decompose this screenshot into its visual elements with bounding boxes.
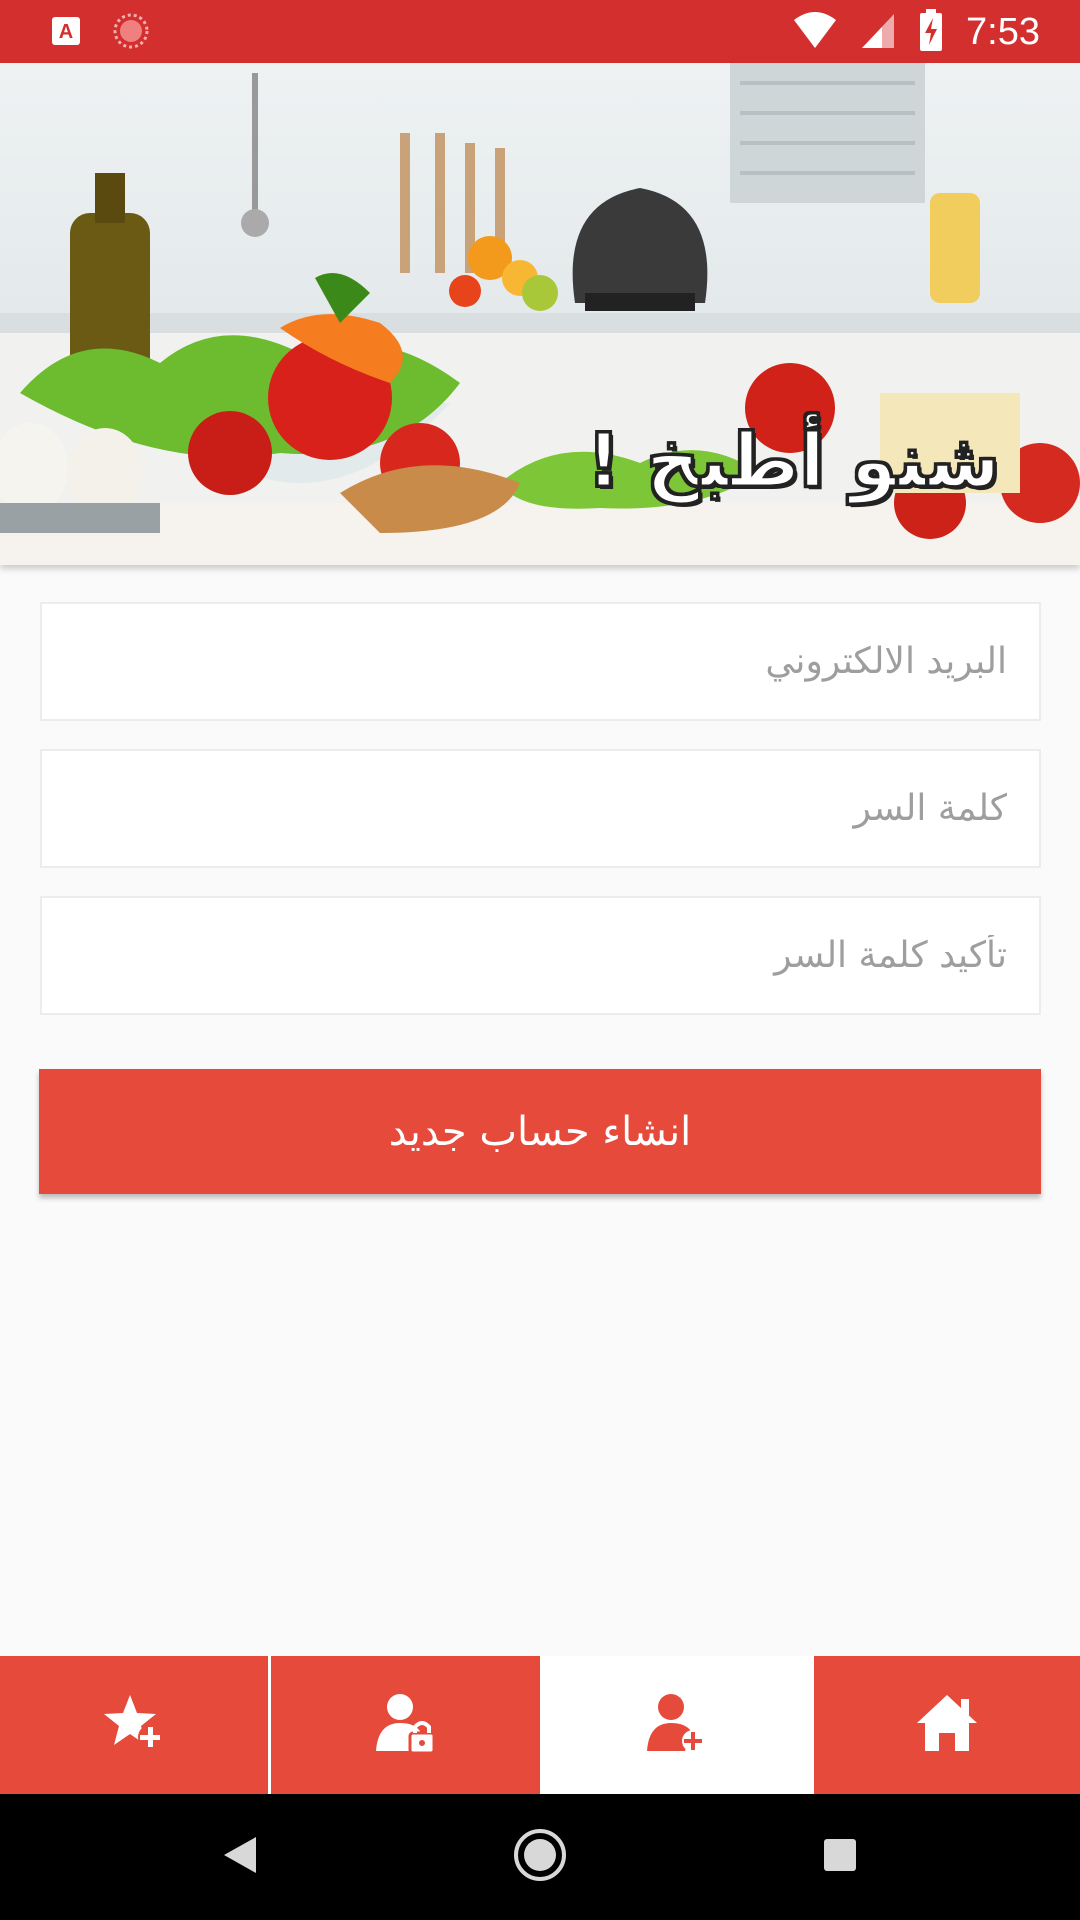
app-logo-title: شنو أطبخ ! — [585, 417, 1000, 506]
user-add-icon — [645, 1691, 709, 1759]
status-bar: A 7:53 — [0, 0, 1080, 63]
bottom-nav — [0, 1656, 1080, 1794]
header-banner: شنو أطبخ ! — [0, 63, 1080, 565]
password-input[interactable] — [42, 751, 1039, 866]
clock: 7:53 — [966, 11, 1040, 53]
password-field[interactable] — [40, 749, 1041, 868]
user-lock-icon — [374, 1691, 438, 1759]
recents-button[interactable] — [800, 1794, 880, 1920]
nav-tab-home[interactable] — [814, 1656, 1080, 1794]
email-field[interactable] — [40, 602, 1041, 721]
recents-icon — [821, 1836, 859, 1878]
app-a-icon: A — [50, 15, 82, 51]
home-icon — [915, 1693, 979, 1757]
nav-tab-login[interactable] — [271, 1656, 540, 1794]
back-icon — [220, 1833, 260, 1881]
wifi-icon — [792, 10, 838, 54]
battery-charging-icon — [918, 8, 944, 56]
system-nav-bar — [0, 1794, 1080, 1920]
email-input[interactable] — [42, 604, 1039, 719]
record-icon — [112, 12, 150, 54]
home-circle-icon — [512, 1827, 568, 1887]
create-account-button[interactable]: انشاء حساب جديد — [39, 1069, 1041, 1194]
nav-tab-favorites[interactable] — [0, 1656, 268, 1794]
confirm-password-field[interactable] — [40, 896, 1041, 1015]
svg-text:A: A — [59, 21, 73, 43]
confirm-password-input[interactable] — [42, 898, 1039, 1013]
star-plus-icon — [102, 1693, 166, 1757]
signal-icon — [860, 10, 896, 54]
system-home-button[interactable] — [500, 1794, 580, 1920]
back-button[interactable] — [200, 1794, 280, 1920]
nav-tab-register[interactable] — [540, 1656, 814, 1794]
